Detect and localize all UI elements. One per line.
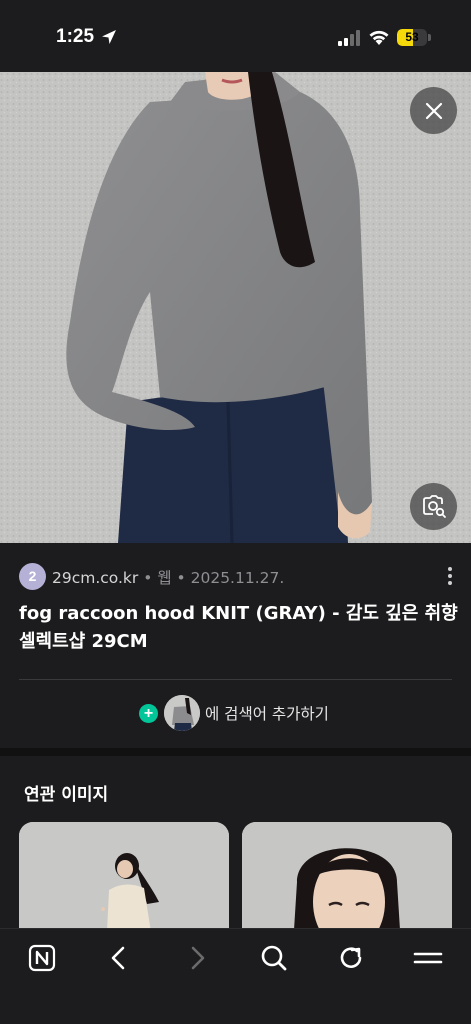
battery-percent: 53 xyxy=(405,30,419,44)
back-icon xyxy=(111,946,125,970)
naver-home-button[interactable] xyxy=(27,943,57,973)
image-search-icon xyxy=(422,494,446,518)
source-line[interactable]: 29cm.co.kr • 웹 • 2025.11.27. xyxy=(52,566,284,588)
related-images-section: 연관 이미지 xyxy=(0,756,471,928)
section-separator xyxy=(0,748,471,756)
more-options-icon[interactable] xyxy=(440,565,460,587)
back-button[interactable] xyxy=(104,943,134,973)
image-search-button[interactable] xyxy=(410,483,457,530)
related-image-card[interactable] xyxy=(19,822,229,928)
source-date: 2025.11.27. xyxy=(190,569,285,587)
close-button[interactable] xyxy=(410,87,457,134)
search-button[interactable] xyxy=(259,943,289,973)
forward-button[interactable] xyxy=(182,943,212,973)
query-thumbnail xyxy=(164,695,200,731)
source-separator: • xyxy=(176,569,186,587)
close-icon xyxy=(425,102,442,119)
result-info: 2 29cm.co.kr • 웹 • 2025.11.27. fog racco… xyxy=(0,543,471,748)
refresh-button[interactable] xyxy=(336,943,366,973)
related-images-title: 연관 이미지 xyxy=(24,785,109,805)
add-search-label: 에 검색어 추가하기 xyxy=(205,705,329,723)
divider xyxy=(19,679,452,680)
location-arrow-icon xyxy=(102,30,116,44)
site-name[interactable]: 29cm.co.kr xyxy=(52,569,138,587)
menu-button[interactable] xyxy=(413,943,443,973)
status-time: 1:25 xyxy=(56,26,95,47)
source-separator: • xyxy=(143,569,153,587)
refresh-icon xyxy=(340,947,362,968)
add-search-term-button[interactable]: + 에 검색어 추가하기 xyxy=(139,695,329,731)
menu-icon xyxy=(413,952,443,964)
related-image xyxy=(19,822,229,928)
product-photo xyxy=(0,72,471,543)
status-bar: 1:25 53 xyxy=(0,0,471,72)
plus-icon: + xyxy=(139,703,158,723)
battery-indicator: 53 xyxy=(397,29,431,46)
related-image-card[interactable] xyxy=(242,822,452,928)
wifi-icon xyxy=(369,30,389,45)
naver-home-icon xyxy=(28,944,56,972)
cellular-signal-icon xyxy=(338,30,360,46)
search-icon xyxy=(261,945,287,971)
bottom-toolbar xyxy=(0,928,471,1024)
site-favicon: 2 xyxy=(19,563,46,590)
hero-image[interactable] xyxy=(0,72,471,543)
forward-icon xyxy=(191,946,205,970)
result-title[interactable]: fog raccoon hood KNIT (GRAY) - 감도 깊은 취향 … xyxy=(19,600,459,656)
related-image xyxy=(242,822,452,928)
source-type: 웹 xyxy=(157,569,172,587)
